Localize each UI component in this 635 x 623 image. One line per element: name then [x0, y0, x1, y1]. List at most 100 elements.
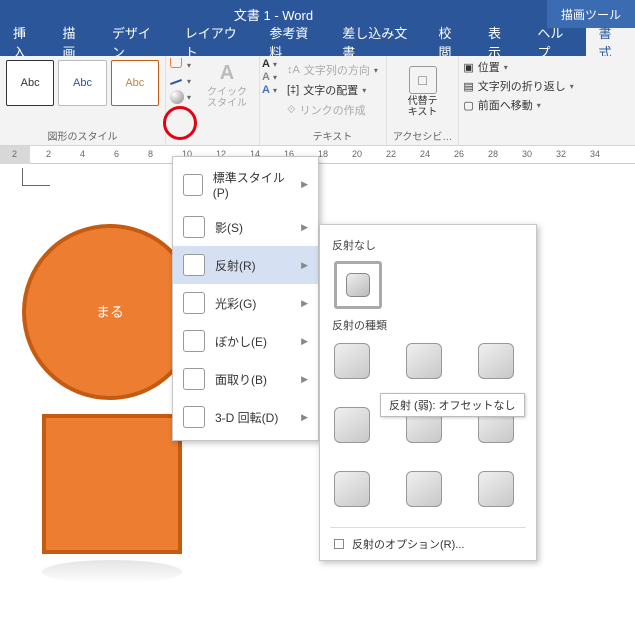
ruler-tick: 18 [318, 149, 328, 159]
text-outline-button[interactable]: A▾ [262, 71, 277, 83]
reflection-variants-label: 反射の種類 [330, 313, 526, 337]
tab-review[interactable]: 校閲 [426, 28, 475, 56]
tab-format[interactable]: 書式 [586, 28, 635, 56]
effects-reflection[interactable]: 反射(R) ▶ [173, 246, 318, 284]
bevel-icon [183, 368, 205, 390]
chevron-right-icon: ▶ [301, 336, 308, 347]
effects-3d-rotation[interactable]: 3-D 回転(D) ▶ [173, 398, 318, 436]
ribbon-tabs: 挿入 描画 デザイン レイアウト 参考資料 差し込み文書 校閲 表示 ヘルプ 書… [0, 28, 635, 56]
effects-preset[interactable]: 標準スタイル(P) ▶ [173, 161, 318, 208]
bring-forward-icon: ▢ [463, 99, 473, 112]
quick-style-button[interactable]: A クイック スタイル [201, 60, 253, 111]
ruler-tick: 4 [80, 149, 85, 159]
chevron-right-icon: ▶ [301, 222, 308, 233]
reflection-variant-7[interactable] [334, 471, 370, 507]
reflection-variant-8[interactable] [406, 471, 442, 507]
soft-edge-icon [183, 330, 205, 352]
tab-design[interactable]: デザイン [99, 28, 172, 56]
chevron-down-icon: ▾ [187, 61, 191, 70]
pen-icon [170, 74, 184, 88]
chevron-down-icon: ▾ [187, 93, 191, 102]
position-icon: ▣ [463, 61, 473, 74]
ruler-tick: 8 [148, 149, 153, 159]
shape-style-3[interactable]: Abc [111, 60, 159, 106]
tab-help[interactable]: ヘルプ [524, 28, 585, 56]
bring-forward-button[interactable]: ▢ 前面へ移動▾ [463, 96, 573, 114]
reflection-variant-4[interactable] [334, 407, 370, 443]
tab-insert[interactable]: 挿入 [0, 28, 49, 56]
shape-style-1[interactable]: Abc [6, 60, 54, 106]
shape-text: まる [96, 302, 124, 322]
rotation-3d-icon [183, 406, 205, 428]
options-icon [334, 539, 344, 549]
ribbon: Abc Abc Abc 図形のスタイル ▾ ▾ ▾ A クイック スタイル A▾… [0, 56, 635, 146]
align-text-icon: [‡] [287, 84, 299, 96]
reflection-none-option[interactable] [334, 261, 382, 309]
position-button[interactable]: ▣ 位置▾ [463, 58, 573, 76]
glow-icon [183, 292, 205, 314]
shape-styles-group-label: 図形のスタイル [6, 126, 159, 143]
shadow-icon [183, 216, 205, 238]
alt-text-button[interactable]: □ 代替テ キスト [393, 60, 453, 124]
text-direction-icon: ↕A [287, 64, 300, 76]
ruler-tick: 6 [114, 149, 119, 159]
ruler-tick: 30 [522, 149, 532, 159]
chevron-right-icon: ▶ [301, 260, 308, 271]
wrap-text-button[interactable]: ▤ 文字列の折り返し▾ [463, 77, 573, 95]
ruler-tick: 32 [556, 149, 566, 159]
chevron-right-icon: ▶ [301, 179, 308, 190]
text-fill-button[interactable]: A▾ [262, 58, 277, 70]
shape-fill-button[interactable]: ▾ [170, 58, 191, 72]
align-text-button[interactable]: [‡] 文字の配置▾ [287, 80, 378, 100]
square-shape[interactable] [42, 414, 182, 554]
ruler-tick: 2 [46, 149, 51, 159]
ruler-tick: 26 [454, 149, 464, 159]
square-reflection [42, 560, 182, 584]
reflection-variant-9[interactable] [478, 471, 514, 507]
ruler-tick: 2 [12, 149, 17, 159]
text-direction-button[interactable]: ↕A 文字列の方向▾ [287, 60, 378, 80]
tab-draw[interactable]: 描画 [49, 28, 98, 56]
effects-shadow[interactable]: 影(S) ▶ [173, 208, 318, 246]
chevron-right-icon: ▶ [301, 412, 308, 423]
reflection-none-label: 反射なし [330, 233, 526, 257]
ruler-tick: 22 [386, 149, 396, 159]
effects-icon [170, 90, 184, 104]
paint-bucket-icon [170, 58, 184, 72]
ruler-tick: 34 [590, 149, 600, 159]
reflection-icon [183, 254, 205, 276]
reflection-variant-3[interactable] [478, 343, 514, 379]
tab-mailings[interactable]: 差し込み文書 [329, 28, 425, 56]
tab-references[interactable]: 参考資料 [256, 28, 329, 56]
tab-view[interactable]: 表示 [475, 28, 524, 56]
reflection-variant-1[interactable] [334, 343, 370, 379]
document-title: 文書 1 - Word [0, 5, 547, 24]
reflection-variant-2[interactable] [406, 343, 442, 379]
accessibility-group-label: アクセシビ… [393, 126, 453, 143]
tab-layout[interactable]: レイアウト [172, 28, 257, 56]
wordart-a-icon: A [220, 62, 234, 85]
ruler-tick: 28 [488, 149, 498, 159]
effects-glow[interactable]: 光彩(G) ▶ [173, 284, 318, 322]
effects-soft-edges[interactable]: ぼかし(E) ▶ [173, 322, 318, 360]
ruler-tick: 20 [352, 149, 362, 159]
shape-outline-button[interactable]: ▾ [170, 74, 191, 88]
shape-effects-button[interactable]: ▾ [170, 90, 191, 104]
alt-text-icon: □ [409, 66, 437, 94]
effects-bevel[interactable]: 面取り(B) ▶ [173, 360, 318, 398]
reflection-options-button[interactable]: 反射のオプション(R)... [330, 527, 526, 560]
chevron-right-icon: ▶ [301, 374, 308, 385]
ruler-tick: 24 [420, 149, 430, 159]
text-effects-button[interactable]: A▾ [262, 84, 277, 96]
create-link-button[interactable]: ⟐ リンクの作成 [287, 100, 378, 120]
preset-icon [183, 174, 203, 196]
link-icon: ⟐ [287, 104, 296, 117]
reflection-tooltip: 反射 (弱): オフセットなし [380, 393, 525, 417]
text-group-label: テキスト [287, 126, 378, 143]
shape-style-2[interactable]: Abc [58, 60, 106, 106]
shape-style-gallery[interactable]: Abc Abc Abc [6, 60, 159, 106]
wrap-icon: ▤ [463, 80, 473, 93]
chevron-right-icon: ▶ [301, 298, 308, 309]
shape-effects-menu: 標準スタイル(P) ▶ 影(S) ▶ 反射(R) ▶ 光彩(G) ▶ ぼかし(E… [172, 156, 319, 441]
chevron-down-icon: ▾ [187, 77, 191, 86]
